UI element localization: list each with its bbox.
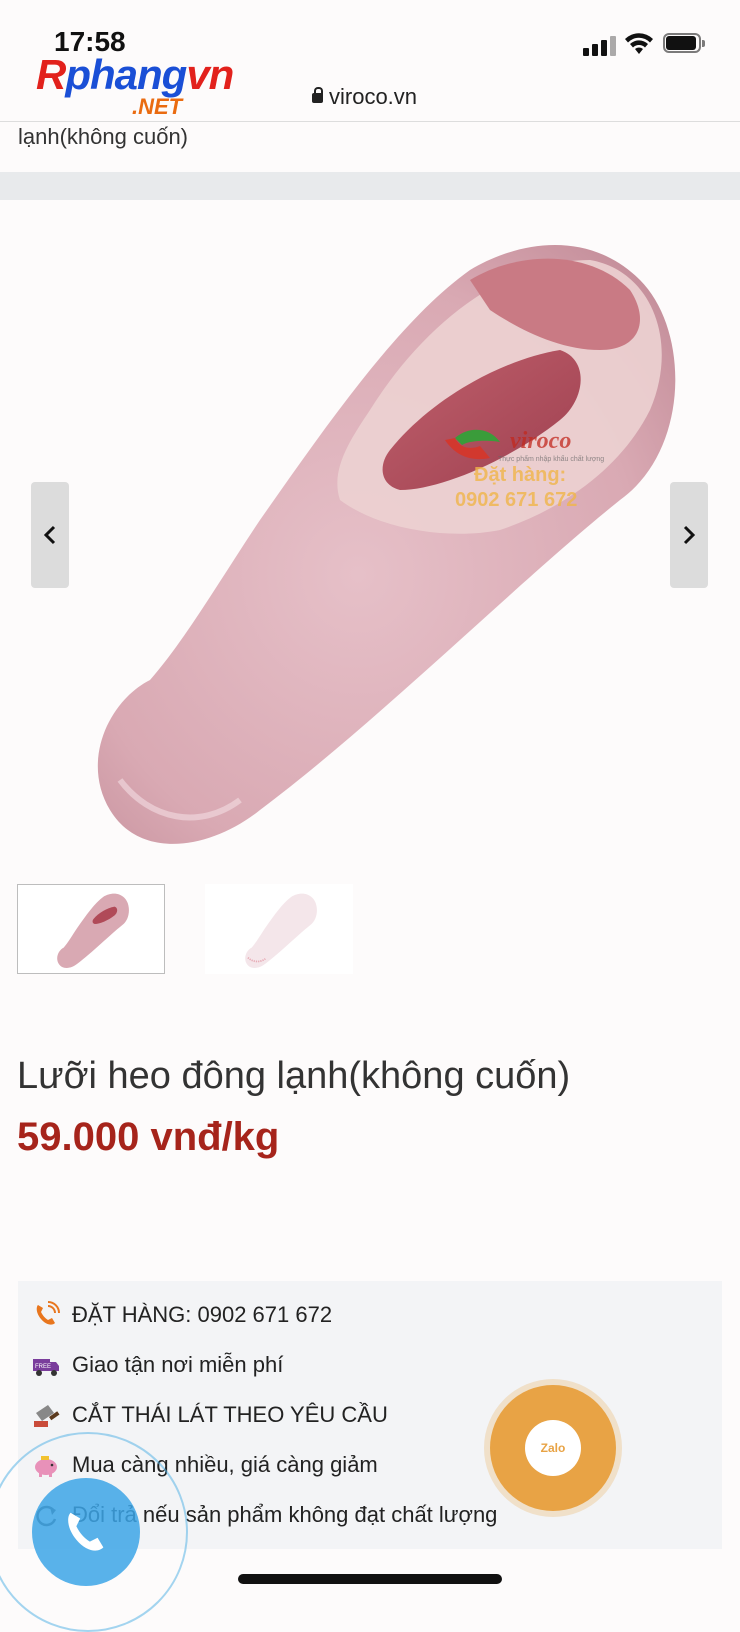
thumbnail-1-image (57, 893, 129, 968)
image-tagline: Thực phẩm nhập khẩu chất lượng (498, 456, 605, 463)
zalo-chat-button[interactable]: Zalo (490, 1385, 616, 1511)
lock-icon (312, 87, 323, 105)
thumbnail-strip (17, 884, 353, 974)
free-delivery-truck-icon: FREE (32, 1351, 60, 1379)
phone-call-icon (32, 1301, 60, 1329)
zalo-icon: Zalo (525, 1420, 581, 1476)
phone-icon (68, 1512, 104, 1551)
benefit-text: ĐẶT HÀNG: 0902 671 672 (72, 1302, 333, 1327)
cellular-signal-icon (583, 34, 617, 56)
thumbnail-1[interactable] (17, 884, 165, 974)
product-title: Lưỡi heo đông lạnh(không cuốn) (17, 1055, 571, 1097)
benefit-cutting: CẮT THÁI LÁT THEO YÊU CẦU (32, 1395, 388, 1435)
chevron-right-icon (683, 525, 696, 545)
home-indicator[interactable] (238, 1574, 502, 1584)
watermark-r: R (36, 51, 66, 98)
watermark-vn: vn (186, 51, 234, 98)
image-phone: 0902 671 672 (455, 489, 578, 511)
benefit-text: CẮT THÁI LÁT THEO YÊU CẦU (72, 1402, 388, 1427)
chevron-left-icon (43, 525, 56, 545)
pork-tongue-photo (97, 245, 676, 844)
battery-icon (663, 33, 705, 55)
call-button[interactable] (32, 1478, 140, 1586)
benefit-order-phone[interactable]: ĐẶT HÀNG: 0902 671 672 (32, 1295, 332, 1335)
wifi-icon (625, 33, 653, 54)
benefit-free-delivery: FREE Giao tận nơi miễn phí (32, 1345, 283, 1385)
thumbnail-2[interactable] (205, 884, 353, 974)
url-text: viroco.vn (329, 84, 418, 109)
section-divider (0, 172, 740, 200)
gallery-next-button[interactable] (670, 482, 708, 588)
breadcrumb[interactable]: lạnh(không cuốn) (18, 124, 188, 150)
zalo-label: Zalo (540, 1441, 566, 1455)
benefit-text: Giao tận nơi miễn phí (72, 1352, 284, 1377)
watermark-logo: Rphangvn .NET (36, 51, 234, 120)
product-price: 59.000 vnđ/kg (17, 1115, 280, 1159)
image-brand-watermark: viroco (510, 428, 572, 454)
header-divider (0, 121, 740, 122)
watermark-suffix: .NET (132, 94, 183, 119)
watermark-phang: phang (65, 51, 187, 98)
thumbnail-2-image (245, 893, 317, 968)
address-bar[interactable]: viroco.vn (312, 84, 417, 110)
gallery-prev-button[interactable] (31, 482, 69, 588)
svg-text:FREE: FREE (35, 1364, 51, 1370)
cleaver-icon (32, 1401, 60, 1429)
product-image[interactable]: viroco Thực phẩm nhập khẩu chất lượng Đặ… (0, 200, 740, 860)
image-order-label: Đặt hàng: (474, 464, 567, 486)
